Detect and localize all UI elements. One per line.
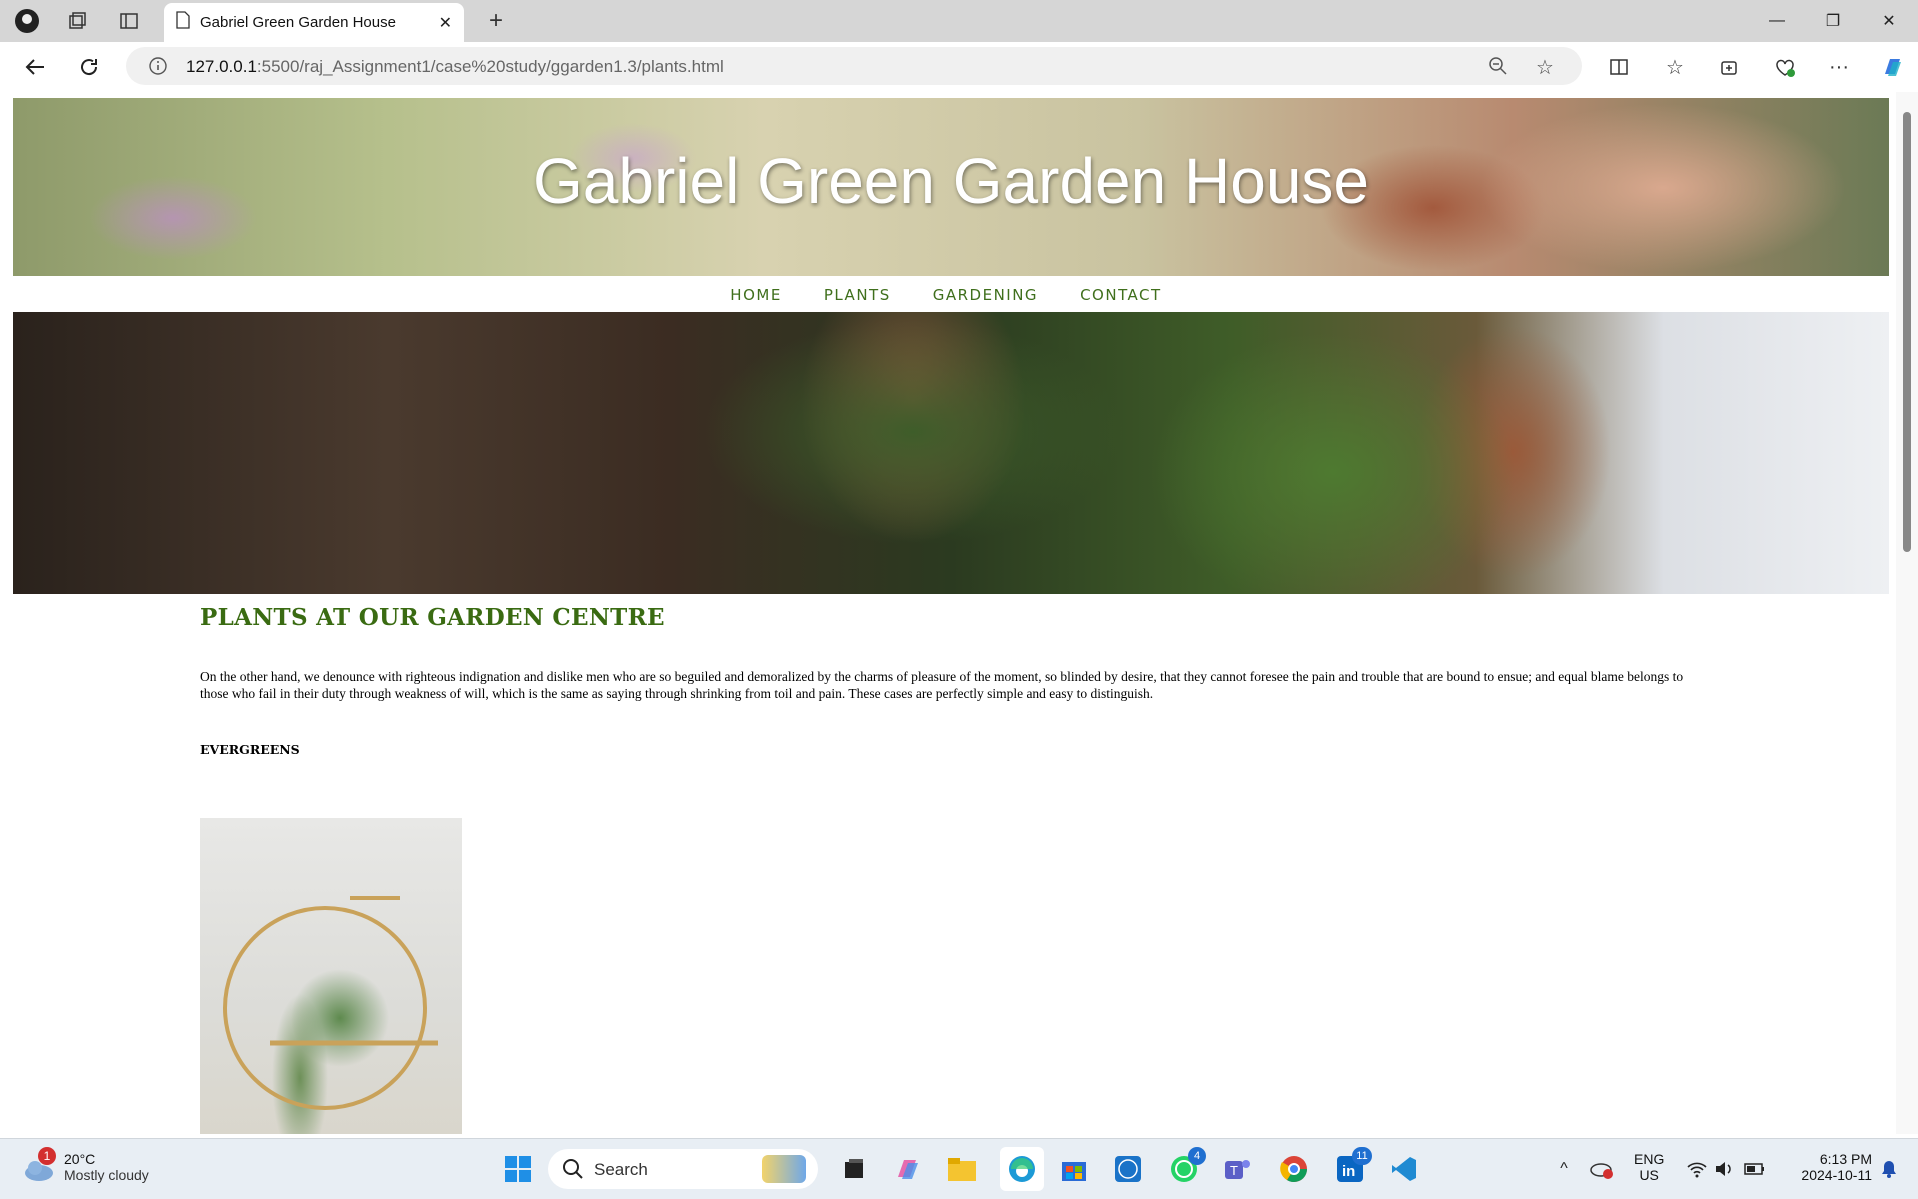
zoom-icon[interactable] — [1488, 56, 1508, 81]
wifi-icon[interactable] — [1684, 1155, 1710, 1183]
hero-image — [13, 312, 1889, 594]
site-info-icon[interactable] — [148, 56, 168, 81]
main-content: PLANTS AT OUR GARDEN CENTRE On the other… — [200, 604, 1700, 757]
search-icon — [562, 1158, 584, 1185]
vscode-icon[interactable] — [1386, 1151, 1422, 1187]
split-screen-icon[interactable] — [1602, 50, 1636, 84]
weather-badge: 1 — [38, 1147, 56, 1165]
windows-taskbar: 1 20°C Mostly cloudy Search 4 T in 11 ^ … — [0, 1138, 1918, 1199]
tab-actions-icon[interactable] — [116, 8, 142, 34]
site-title: Gabriel Green Garden House — [533, 145, 1369, 217]
onedrive-icon[interactable] — [1588, 1155, 1616, 1183]
language-top: ENG — [1634, 1151, 1665, 1167]
active-tab[interactable]: Gabriel Green Garden House ✕ — [164, 3, 464, 42]
url-text: 127.0.0.1:5500/raj_Assignment1/case%20st… — [186, 57, 724, 76]
clock-date: 2024-10-11 — [1801, 1167, 1872, 1183]
restore-button[interactable]: ❐ — [1810, 6, 1856, 36]
more-menu-icon[interactable]: ··· — [1822, 50, 1856, 84]
copilot-icon[interactable] — [1876, 50, 1910, 84]
favorite-star-icon[interactable]: ☆ — [1536, 55, 1554, 80]
file-explorer-icon[interactable] — [944, 1151, 980, 1187]
chrome-icon[interactable] — [1276, 1151, 1312, 1187]
profile-avatar-icon[interactable] — [14, 8, 40, 34]
dell-icon[interactable] — [1110, 1151, 1146, 1187]
linkedin-badge: 11 — [1352, 1147, 1372, 1165]
minimize-button[interactable]: — — [1754, 6, 1800, 36]
close-tab-icon[interactable]: ✕ — [439, 13, 452, 33]
tab-title: Gabriel Green Garden House — [200, 14, 396, 31]
whatsapp-icon[interactable]: 4 — [1166, 1147, 1206, 1187]
weather-cloud-icon[interactable]: 1 — [22, 1147, 58, 1187]
taskbar-search-box[interactable]: Search — [548, 1149, 818, 1189]
page-icon — [176, 11, 190, 34]
nav-link-home[interactable]: HOME — [730, 286, 782, 304]
address-bar[interactable]: 127.0.0.1:5500/raj_Assignment1/case%20st… — [126, 47, 1582, 85]
nav-link-gardening[interactable]: GARDENING — [933, 286, 1038, 304]
scrollbar-thumb[interactable] — [1903, 112, 1911, 552]
weather-desc: Mostly cloudy — [64, 1167, 149, 1183]
clock[interactable]: 6:13 PM 2024-10-11 — [1780, 1151, 1872, 1183]
evergreen-plant-image — [200, 818, 462, 1134]
browser-essentials-icon[interactable] — [1768, 50, 1802, 84]
workspaces-icon[interactable] — [64, 8, 90, 34]
nav-link-plants[interactable]: PLANTS — [824, 286, 891, 304]
page-heading: PLANTS AT OUR GARDEN CENTRE — [200, 604, 665, 631]
svg-text:in: in — [1342, 1163, 1355, 1180]
new-tab-button[interactable]: + — [480, 6, 512, 36]
intro-paragraph: On the other hand, we denounce with righ… — [200, 669, 1684, 701]
svg-text:T: T — [1230, 1163, 1238, 1178]
show-hidden-icons-chevron-icon[interactable]: ^ — [1552, 1155, 1576, 1183]
edge-browser-icon[interactable] — [1000, 1147, 1044, 1191]
back-button[interactable] — [18, 50, 52, 84]
teams-icon[interactable]: T — [1220, 1151, 1256, 1187]
clock-time: 6:13 PM — [1819, 1151, 1872, 1167]
search-highlight-icon — [762, 1155, 806, 1183]
notification-bell-icon[interactable] — [1876, 1155, 1902, 1183]
task-view-icon[interactable] — [836, 1151, 872, 1187]
section-heading-evergreens: EVERGREENS — [200, 742, 300, 757]
page-viewport: Gabriel Green Garden House HOME PLANTS G… — [4, 92, 1896, 1134]
site-navigation: HOME PLANTS GARDENING CONTACT — [4, 276, 1888, 314]
weather-temp: 20°C — [64, 1151, 96, 1167]
language-bottom: US — [1639, 1167, 1659, 1183]
nav-link-contact[interactable]: CONTACT — [1080, 286, 1162, 304]
close-window-button[interactable]: ✕ — [1866, 6, 1912, 36]
search-placeholder: Search — [594, 1160, 648, 1179]
collections-icon[interactable] — [1712, 50, 1746, 84]
browser-toolbar: 127.0.0.1:5500/raj_Assignment1/case%20st… — [0, 42, 1918, 92]
page-scrollbar[interactable] — [1896, 92, 1918, 1134]
browser-tab-bar: Gabriel Green Garden House ✕ + — ❐ ✕ — [0, 0, 1918, 42]
favorites-icon[interactable]: ☆ — [1658, 50, 1692, 84]
microsoft-store-icon[interactable] — [1056, 1151, 1092, 1187]
battery-icon[interactable] — [1742, 1155, 1768, 1183]
linkedin-icon[interactable]: in 11 — [1332, 1147, 1372, 1187]
reload-button[interactable] — [72, 50, 106, 84]
start-windows-icon[interactable] — [500, 1151, 536, 1187]
header-banner-image: Gabriel Green Garden House — [13, 98, 1889, 276]
volume-icon[interactable] — [1712, 1155, 1738, 1183]
weather-widget[interactable]: 20°C Mostly cloudy — [64, 1151, 149, 1183]
whatsapp-badge: 4 — [1188, 1147, 1206, 1165]
copilot-taskbar-icon[interactable] — [890, 1151, 926, 1187]
language-indicator[interactable]: ENG US — [1634, 1151, 1664, 1183]
